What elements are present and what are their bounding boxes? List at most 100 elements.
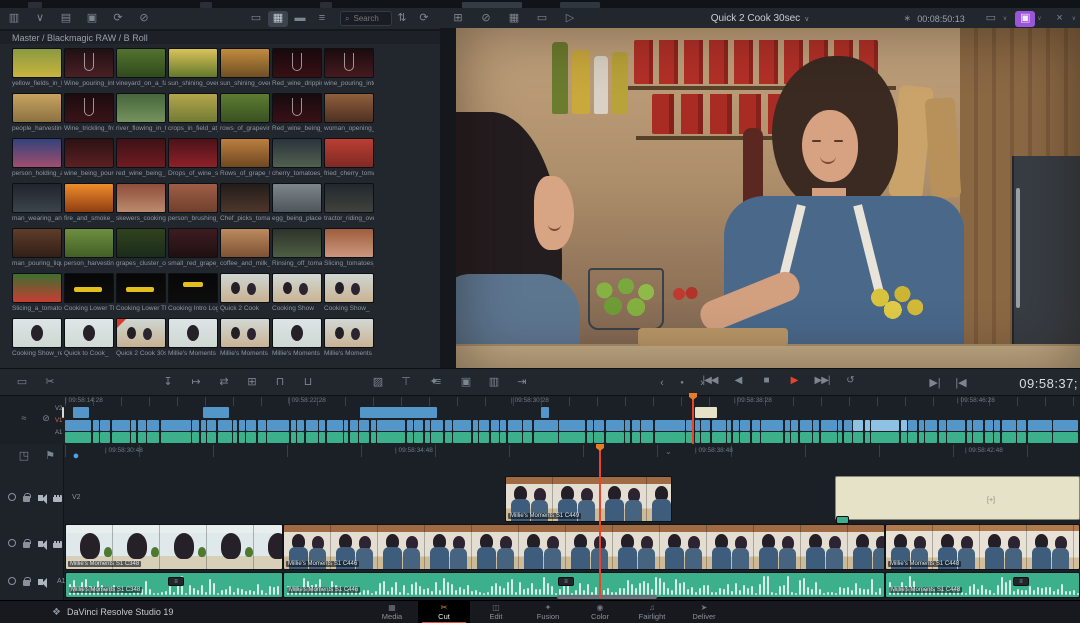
- mute-icon[interactable]: [38, 539, 48, 548]
- media-clip[interactable]: Millie's Moments ...: [272, 318, 322, 357]
- media-clip[interactable]: Quick 2 Cook 30sec: [116, 318, 166, 357]
- media-clip[interactable]: man_wearing_an_...: [12, 183, 62, 222]
- prev-edit-icon[interactable]: |◀: [951, 375, 971, 391]
- media-clip[interactable]: Millie's Moments ...: [168, 318, 218, 357]
- media-clip[interactable]: Cooking Lower Thi...: [116, 273, 166, 312]
- lock-icon[interactable]: [23, 493, 33, 502]
- multisource-icon[interactable]: ▣: [1015, 11, 1035, 27]
- loop-icon[interactable]: ↺: [840, 373, 860, 389]
- media-clip[interactable]: Cooking Show_: [324, 273, 374, 312]
- auto-select-icon[interactable]: [8, 493, 18, 502]
- thumbnail-view-icon[interactable]: ▦: [268, 11, 288, 27]
- media-clip[interactable]: Red_wine_being_p...: [272, 93, 322, 132]
- media-clip[interactable]: Cooking Intro Log...: [168, 273, 218, 312]
- stop-icon[interactable]: ■: [756, 373, 776, 389]
- titles-icon[interactable]: ⊤: [396, 374, 416, 390]
- clip-v1-2[interactable]: Millie's Moments S1 C446: [283, 524, 885, 570]
- timeline-detail[interactable]: | 09:58:30:48| 09:58:34:48| 09:58:38:48|…: [0, 444, 1080, 600]
- tab-deliver[interactable]: ➤Deliver: [678, 601, 730, 623]
- media-clip[interactable]: fried_cherry_toma...: [324, 138, 374, 177]
- media-clip[interactable]: woman_opening_...: [324, 93, 374, 132]
- smart-insert-icon[interactable]: ↧: [158, 374, 178, 390]
- media-clip[interactable]: Cooking Lower Thi...: [64, 273, 114, 312]
- playhead[interactable]: [599, 444, 601, 598]
- metadata-view-icon[interactable]: ▭: [246, 11, 266, 27]
- snapping-icon[interactable]: ⇥: [512, 374, 532, 390]
- trim-prev-icon[interactable]: ‹: [652, 375, 672, 391]
- media-clip[interactable]: grapes_cluster_on...: [116, 228, 166, 267]
- media-clip[interactable]: Wine_pouring_int...: [64, 48, 114, 87]
- lock-icon[interactable]: [23, 539, 33, 548]
- import-media-icon[interactable]: ▥: [4, 11, 24, 27]
- media-clip[interactable]: fire_and_smoke_c...: [64, 183, 114, 222]
- media-clip[interactable]: Slicing_tomatoes_...: [324, 228, 374, 267]
- media-clip[interactable]: Rinsing_off_tomat...: [272, 228, 322, 267]
- tab-color[interactable]: ◉Color: [574, 601, 626, 623]
- media-clip[interactable]: Red_wine_drippin...: [272, 48, 322, 87]
- overview-disable-icon[interactable]: ⊘: [36, 410, 56, 426]
- clip-v1-1[interactable]: Millie's Moments S1 C348: [65, 524, 283, 570]
- timeline-selector[interactable]: Quick 2 Cook 30sec ∨: [711, 13, 810, 24]
- media-clip[interactable]: Cooking Show: [272, 273, 322, 312]
- media-clip[interactable]: crops_in_field_at_...: [168, 93, 218, 132]
- camera-icon[interactable]: ▣: [456, 374, 476, 390]
- overview-clip[interactable]: [541, 407, 549, 418]
- auto-select-icon[interactable]: [8, 577, 18, 586]
- razor-icon[interactable]: ✂: [40, 374, 60, 390]
- strip-view-icon[interactable]: ▬: [290, 11, 310, 27]
- clip-v1-3[interactable]: Millie's Moments S1 C448: [885, 524, 1080, 570]
- media-clip[interactable]: egg_being_placed...: [272, 183, 322, 222]
- overview-clip[interactable]: [62, 407, 64, 418]
- timeline-ruler[interactable]: [65, 445, 1080, 457]
- timeline-options-icon[interactable]: ≡: [428, 374, 448, 390]
- place-on-top-icon[interactable]: ⊓: [270, 374, 290, 390]
- import-chevron-icon[interactable]: ∨: [30, 11, 50, 27]
- append-icon[interactable]: ↦: [186, 374, 206, 390]
- ripple-overwrite-icon[interactable]: ⇄: [214, 374, 234, 390]
- sync-bin-icon[interactable]: ⟳: [108, 11, 128, 27]
- sort-icon[interactable]: ⇅: [392, 11, 412, 27]
- source-overwrite-icon[interactable]: ⊔: [298, 374, 318, 390]
- media-clip[interactable]: vineyard_on_a_far...: [116, 48, 166, 87]
- trim-dot-icon[interactable]: ●: [672, 375, 692, 391]
- go-to-last-icon[interactable]: ▶▶|: [812, 373, 832, 389]
- media-clip[interactable]: cherry_tomatoes_...: [272, 138, 322, 177]
- media-clip[interactable]: Cooking Show_rec: [12, 318, 62, 357]
- media-clip[interactable]: Quick 2 Cook: [220, 273, 270, 312]
- new-bin-icon[interactable]: ▤: [56, 11, 76, 27]
- media-clip[interactable]: people_harvesting...: [12, 93, 62, 132]
- tab-fusion[interactable]: ✦Fusion: [522, 601, 574, 623]
- smart-bin-icon[interactable]: ▣: [82, 11, 102, 27]
- boring-detector-icon[interactable]: ⊞: [448, 11, 468, 27]
- search-input[interactable]: [351, 13, 387, 24]
- media-clip[interactable]: Millie's Moments ...: [324, 318, 374, 357]
- media-clip[interactable]: sun_shining_over_...: [220, 48, 270, 87]
- expand-viewer-icon[interactable]: ×: [1050, 11, 1070, 27]
- tab-edit[interactable]: ◫Edit: [470, 601, 522, 623]
- media-clip[interactable]: Wine_trickling_fro...: [64, 93, 114, 132]
- audio-clip[interactable]: [885, 572, 1080, 598]
- media-clip[interactable]: Quick to Cook_: [64, 318, 114, 357]
- audio-meters-icon[interactable]: ▥: [484, 374, 504, 390]
- mute-icon[interactable]: [38, 493, 48, 502]
- media-clip[interactable]: person_holding_a...: [12, 138, 62, 177]
- transitions-icon[interactable]: ▨: [368, 374, 388, 390]
- step-back-icon[interactable]: ◀: [728, 373, 748, 389]
- overview-clip[interactable]: [203, 407, 229, 418]
- list-view-icon[interactable]: ≡: [312, 11, 332, 27]
- media-clip[interactable]: Chef_picks_tomat...: [220, 183, 270, 222]
- media-clip[interactable]: Millie's Moments ...: [220, 318, 270, 357]
- filmstrip-icon[interactable]: [53, 539, 63, 548]
- letterbox-icon[interactable]: ▭: [532, 11, 552, 27]
- media-clip[interactable]: sun_shining_over...: [168, 48, 218, 87]
- tools-icon[interactable]: ▦: [504, 11, 524, 27]
- overview-wave-icon[interactable]: ≈: [14, 410, 34, 426]
- media-clip[interactable]: rows_of_grapevin...: [220, 93, 270, 132]
- flag-icon[interactable]: ⚑: [40, 448, 60, 464]
- track-height-icon[interactable]: ▭: [12, 374, 32, 390]
- media-clip[interactable]: red_wine_being_p...: [116, 138, 166, 177]
- timeline-scrollbar[interactable]: [557, 595, 657, 599]
- media-clip[interactable]: wine_being_poure...: [64, 138, 114, 177]
- auto-select-icon[interactable]: [8, 539, 18, 548]
- media-clip[interactable]: coffee_and_milk_b...: [220, 228, 270, 267]
